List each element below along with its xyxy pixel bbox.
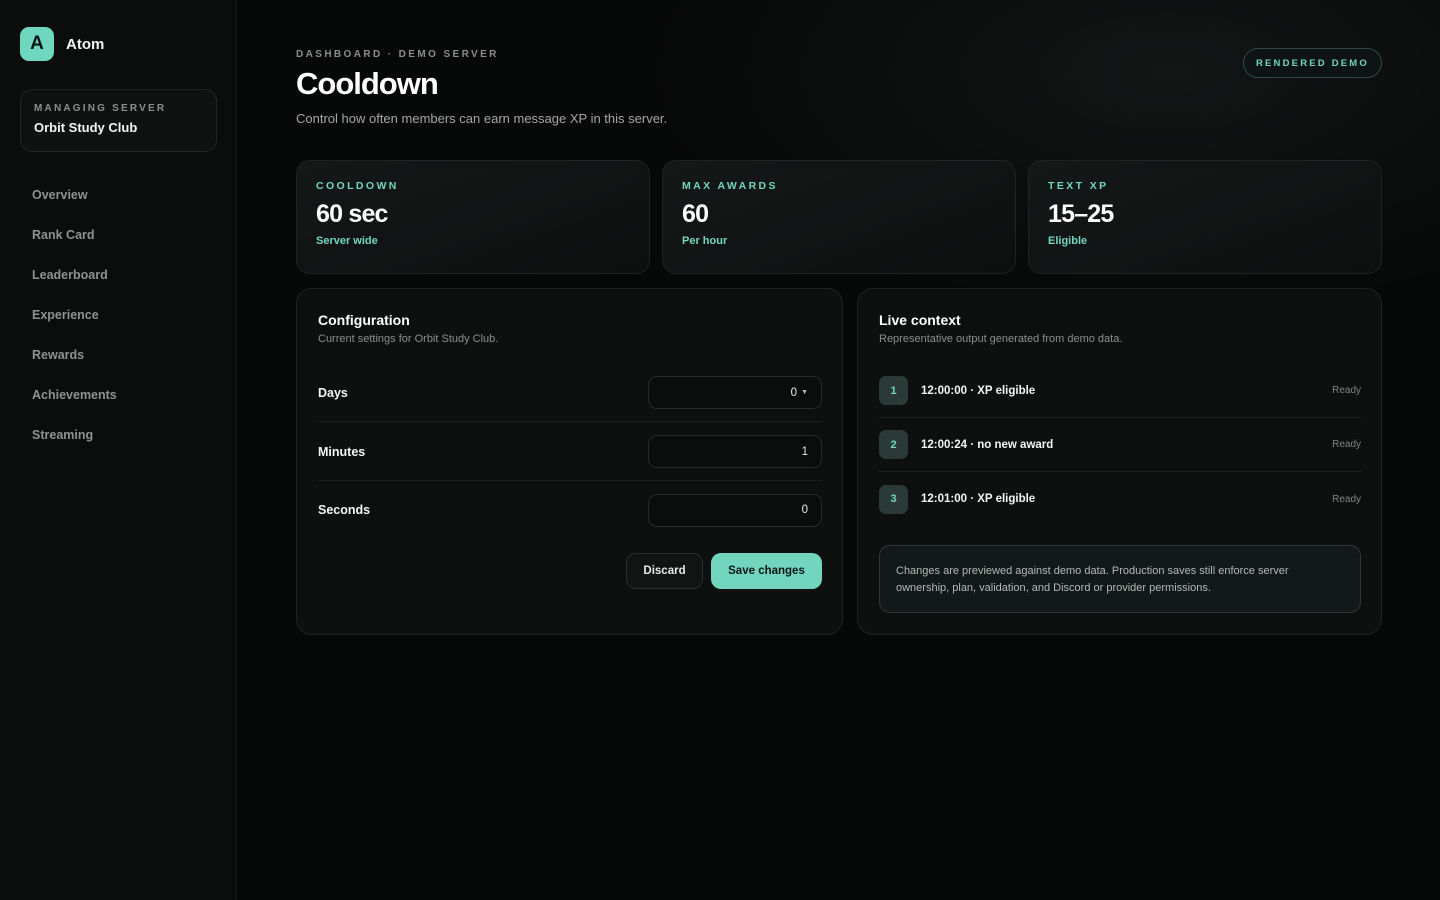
stat-label: MAX AWARDS <box>682 180 778 192</box>
step-badge: 1 <box>879 376 908 405</box>
seconds-row: Seconds 0 <box>318 481 822 539</box>
server-name: Orbit Study Club <box>34 120 138 135</box>
sidebar-item-overview[interactable]: Overview <box>32 187 117 227</box>
rendered-demo-badge: RENDERED DEMO <box>1242 48 1382 78</box>
sidebar-item-rank-card[interactable]: Rank Card <box>32 227 117 267</box>
list-item: 2 12:00:24 · no new award Ready <box>879 418 1361 472</box>
minutes-label: Minutes <box>318 444 366 459</box>
stat-note: Eligible <box>1048 235 1088 247</box>
minutes-value: 1 <box>801 445 808 458</box>
breadcrumb: DASHBOARD · DEMO SERVER <box>296 49 499 60</box>
app-root: A Atom MANAGING SERVER Orbit Study Club … <box>0 0 1440 900</box>
seconds-input[interactable]: 0 <box>648 493 822 527</box>
sidebar-item-achievements[interactable]: Achievements <box>32 387 117 427</box>
stat-label: TEXT XP <box>1048 180 1109 192</box>
list-item: 1 12:00:00 · XP eligible Ready <box>879 364 1361 418</box>
brand[interactable]: A Atom <box>20 27 104 61</box>
status-text: Ready <box>1332 385 1361 396</box>
stat-label: COOLDOWN <box>316 180 399 192</box>
chevron-down-icon: ▼ <box>801 389 808 396</box>
stat-note: Server wide <box>316 235 378 247</box>
sidebar-item-streaming[interactable]: Streaming <box>32 427 117 467</box>
live-context-subtitle: Representative output generated from dem… <box>879 333 1123 345</box>
stats-row: COOLDOWN 60 sec Server wide MAX AWARDS 6… <box>296 160 1382 274</box>
stat-card-text-xp: TEXT XP 15–25 Eligible <box>1028 160 1382 274</box>
server-caption: MANAGING SERVER <box>34 103 167 114</box>
stat-value: 60 <box>682 200 709 228</box>
page-title: Cooldown <box>296 66 439 101</box>
live-context-title: Live context <box>879 312 961 328</box>
demo-notice: Changes are previewed against demo data.… <box>879 545 1361 613</box>
event-text: 12:01:00 · XP eligible <box>921 493 1036 505</box>
sidebar: A Atom MANAGING SERVER Orbit Study Club … <box>0 0 237 900</box>
days-label: Days <box>318 385 348 400</box>
status-text: Ready <box>1332 439 1361 450</box>
configuration-subtitle: Current settings for Orbit Study Club. <box>318 333 499 345</box>
days-row: Days 0 ▼ <box>318 364 822 422</box>
stat-value: 15–25 <box>1048 200 1114 228</box>
sidebar-item-leaderboard[interactable]: Leaderboard <box>32 267 117 307</box>
brand-logo-icon: A <box>20 27 54 61</box>
seconds-label: Seconds <box>318 503 371 517</box>
stat-value: 60 sec <box>316 200 388 228</box>
brand-name: Atom <box>66 35 105 53</box>
event-text: 12:00:00 · XP eligible <box>921 384 1036 397</box>
minutes-row: Minutes 1 <box>318 423 822 481</box>
page-subtitle: Control how often members can earn messa… <box>296 111 668 126</box>
discard-button[interactable]: Discard <box>626 553 703 589</box>
stat-note: Per hour <box>682 235 728 247</box>
seconds-value: 0 <box>801 504 808 516</box>
configuration-panel: Configuration Current settings for Orbit… <box>296 288 843 635</box>
save-changes-button[interactable]: Save changes <box>711 553 822 589</box>
event-text: 12:00:24 · no new award <box>921 438 1054 451</box>
status-text: Ready <box>1332 493 1361 505</box>
stat-card-max-awards: MAX AWARDS 60 Per hour <box>662 160 1016 274</box>
sidebar-nav: Overview Rank Card Leaderboard Experienc… <box>32 187 117 467</box>
sidebar-item-rewards[interactable]: Rewards <box>32 347 117 387</box>
server-selector[interactable]: MANAGING SERVER Orbit Study Club <box>20 89 217 152</box>
live-context-panel: Live context Representative output gener… <box>857 288 1382 635</box>
days-value: 0 <box>790 386 798 399</box>
sidebar-item-experience[interactable]: Experience <box>32 307 117 347</box>
configuration-title: Configuration <box>318 312 410 328</box>
step-badge: 3 <box>879 484 908 514</box>
step-badge: 2 <box>879 430 908 459</box>
list-item: 3 12:01:00 · XP eligible Ready <box>879 472 1361 526</box>
minutes-input[interactable]: 1 <box>648 435 822 468</box>
stat-card-cooldown: COOLDOWN 60 sec Server wide <box>296 160 650 274</box>
days-select[interactable]: 0 ▼ <box>648 376 822 409</box>
